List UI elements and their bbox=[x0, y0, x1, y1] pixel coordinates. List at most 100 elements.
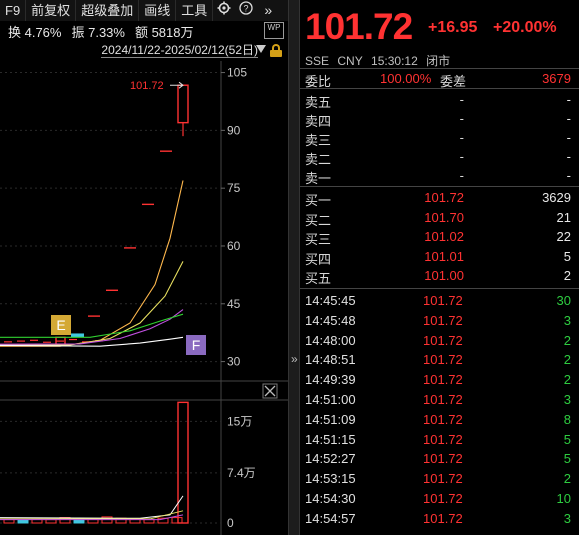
trade-row[interactable]: 14:45:45 101.72 30 bbox=[300, 291, 579, 311]
trade-qty: 5 bbox=[563, 451, 571, 467]
amount-stat: 额 5818万 bbox=[134, 24, 194, 40]
trade-row[interactable]: 14:52:27 101.72 5 bbox=[300, 449, 579, 469]
ask-qty: - bbox=[566, 111, 571, 126]
trade-time: 14:54:30 bbox=[305, 491, 356, 506]
collapse-icon[interactable]: » bbox=[291, 352, 298, 366]
high-price-label: 101.72 bbox=[130, 80, 164, 92]
lock-icon[interactable] bbox=[270, 44, 282, 57]
trade-price: 101.72 bbox=[423, 451, 463, 467]
ask-row[interactable]: 卖二 - - bbox=[300, 147, 579, 167]
trade-time: 14:45:48 bbox=[305, 312, 356, 328]
trade-price: 101.72 bbox=[423, 372, 463, 388]
arrow-icon bbox=[170, 81, 184, 89]
trade-qty: 3 bbox=[563, 510, 571, 526]
chart-toolbar: F9 前复权 超级叠加 画线 工具 ? » bbox=[0, 0, 288, 21]
dropdown-arrow-icon[interactable] bbox=[256, 45, 266, 53]
bid-level-label: 买五 bbox=[305, 271, 332, 286]
trade-time: 14:52:27 bbox=[305, 451, 356, 467]
bid-level-label: 买一 bbox=[305, 193, 332, 208]
trade-qty: 8 bbox=[563, 411, 571, 427]
trade-time: 14:51:00 bbox=[305, 392, 356, 407]
ask-price: - bbox=[459, 130, 464, 145]
trade-qty: 3 bbox=[563, 312, 571, 328]
bid-level-label: 买三 bbox=[305, 232, 332, 247]
trade-row[interactable]: 14:54:30 101.72 10 bbox=[300, 489, 579, 509]
price-tick-label: 90 bbox=[227, 123, 241, 137]
svg-text:?: ? bbox=[244, 4, 249, 14]
trade-qty: 2 bbox=[563, 372, 571, 388]
trade-qty: 30 bbox=[556, 293, 571, 308]
trade-row[interactable]: 14:45:48 101.72 3 bbox=[300, 311, 579, 331]
trade-time: 14:49:39 bbox=[305, 372, 356, 388]
ask-row[interactable]: 卖五 - - bbox=[300, 90, 579, 110]
stats-row: 换 4.76% 振 7.33% 额 5818万 bbox=[0, 21, 288, 41]
trade-price: 101.72 bbox=[423, 293, 463, 308]
bid-row[interactable]: 买二 101.70 21 bbox=[300, 208, 579, 228]
toolbar-overlay-button[interactable]: 超级叠加 bbox=[76, 0, 140, 21]
toolbar-tools-button[interactable]: 工具 bbox=[176, 0, 214, 21]
bid-qty: 22 bbox=[556, 229, 571, 244]
trade-row[interactable]: 14:51:09 101.72 8 bbox=[300, 410, 579, 430]
quote-pane: 101.72 +16.95 +20.00% SSE CNY 15:30:12 闭… bbox=[300, 0, 579, 535]
trade-qty: 5 bbox=[563, 431, 571, 447]
trade-qty: 2 bbox=[563, 332, 571, 348]
volume-tick-label: 0 bbox=[227, 516, 234, 530]
trade-price: 101.72 bbox=[423, 332, 463, 348]
volume-bar bbox=[3, 519, 15, 524]
price-tick-label: 75 bbox=[227, 181, 241, 195]
toolbar-f9-button[interactable]: F9 bbox=[0, 0, 27, 21]
bid-row[interactable]: 买三 101.02 22 bbox=[300, 227, 579, 247]
bid-row[interactable]: 买五 101.00 2 bbox=[300, 266, 579, 286]
trade-row[interactable]: 14:48:51 101.72 2 bbox=[300, 350, 579, 370]
trade-row[interactable]: 14:53:15 101.72 2 bbox=[300, 469, 579, 489]
bid-row[interactable]: 买一 101.72 3629 bbox=[300, 188, 579, 208]
trade-price: 101.72 bbox=[423, 411, 463, 427]
volume-bar bbox=[17, 519, 29, 524]
bid-qty: 21 bbox=[556, 209, 571, 225]
trade-row[interactable]: 14:51:15 101.72 5 bbox=[300, 430, 579, 450]
trade-qty: 3 bbox=[563, 392, 571, 407]
trade-time: 14:45:45 bbox=[305, 293, 356, 308]
bid-qty: 2 bbox=[563, 268, 571, 283]
wp-icon[interactable]: WP bbox=[264, 22, 284, 39]
trade-row[interactable]: 14:49:39 101.72 2 bbox=[300, 370, 579, 390]
amplitude-stat: 振 7.33% bbox=[71, 24, 125, 40]
trade-price: 101.72 bbox=[423, 471, 463, 487]
trade-price: 101.72 bbox=[423, 431, 463, 447]
trade-price: 101.72 bbox=[423, 510, 463, 526]
trade-time: 14:51:15 bbox=[305, 431, 356, 447]
ask-level-label: 卖一 bbox=[305, 171, 332, 186]
ask-qty: - bbox=[566, 168, 571, 183]
bid-qty: 3629 bbox=[542, 190, 571, 205]
toolbar-adjust-button[interactable]: 前复权 bbox=[26, 0, 77, 21]
volume-tick-label: 7.4万 bbox=[227, 466, 256, 480]
pane-divider[interactable]: » bbox=[288, 0, 300, 535]
order-ratio-row: 委比 100.00% 委差 3679 bbox=[300, 69, 579, 89]
bid-level-label: 买四 bbox=[305, 251, 332, 267]
date-range-selector[interactable]: 2024/11/22-2025/02/12(52日) bbox=[101, 43, 258, 58]
ask-row[interactable]: 卖一 - - bbox=[300, 166, 579, 186]
separator bbox=[300, 88, 579, 89]
bid-qty: 5 bbox=[563, 248, 571, 264]
trade-row[interactable]: 14:51:00 101.72 3 bbox=[300, 390, 579, 410]
trade-row[interactable]: 14:48:00 101.72 2 bbox=[300, 331, 579, 351]
expand-icon[interactable]: » bbox=[257, 0, 279, 21]
bid-price: 101.00 bbox=[424, 268, 464, 283]
ask-row[interactable]: 卖三 - - bbox=[300, 128, 579, 148]
trade-row[interactable]: 14:54:57 101.72 3 bbox=[300, 509, 579, 529]
moving-average-line bbox=[0, 261, 184, 346]
ask-row[interactable]: 卖四 - - bbox=[300, 109, 579, 129]
bid-level-label: 买二 bbox=[305, 212, 332, 228]
toolbar-draw-button[interactable]: 画线 bbox=[139, 0, 177, 21]
trade-time: 14:48:00 bbox=[305, 332, 356, 348]
help-icon[interactable]: ? bbox=[235, 0, 257, 21]
kline-chart[interactable]: 105 90 75 60 45 30 15万 7.4万 0 101.72 E F bbox=[0, 61, 288, 535]
gear-icon[interactable] bbox=[213, 0, 235, 21]
volume-bar bbox=[45, 519, 57, 524]
bid-price: 101.72 bbox=[424, 190, 464, 205]
exchange-label: SSE bbox=[305, 54, 330, 68]
market-status: 闭市 bbox=[426, 54, 451, 68]
price-change: +16.95 bbox=[428, 19, 478, 36]
bid-row[interactable]: 买四 101.01 5 bbox=[300, 247, 579, 267]
diff-value: 3679 bbox=[542, 71, 571, 86]
